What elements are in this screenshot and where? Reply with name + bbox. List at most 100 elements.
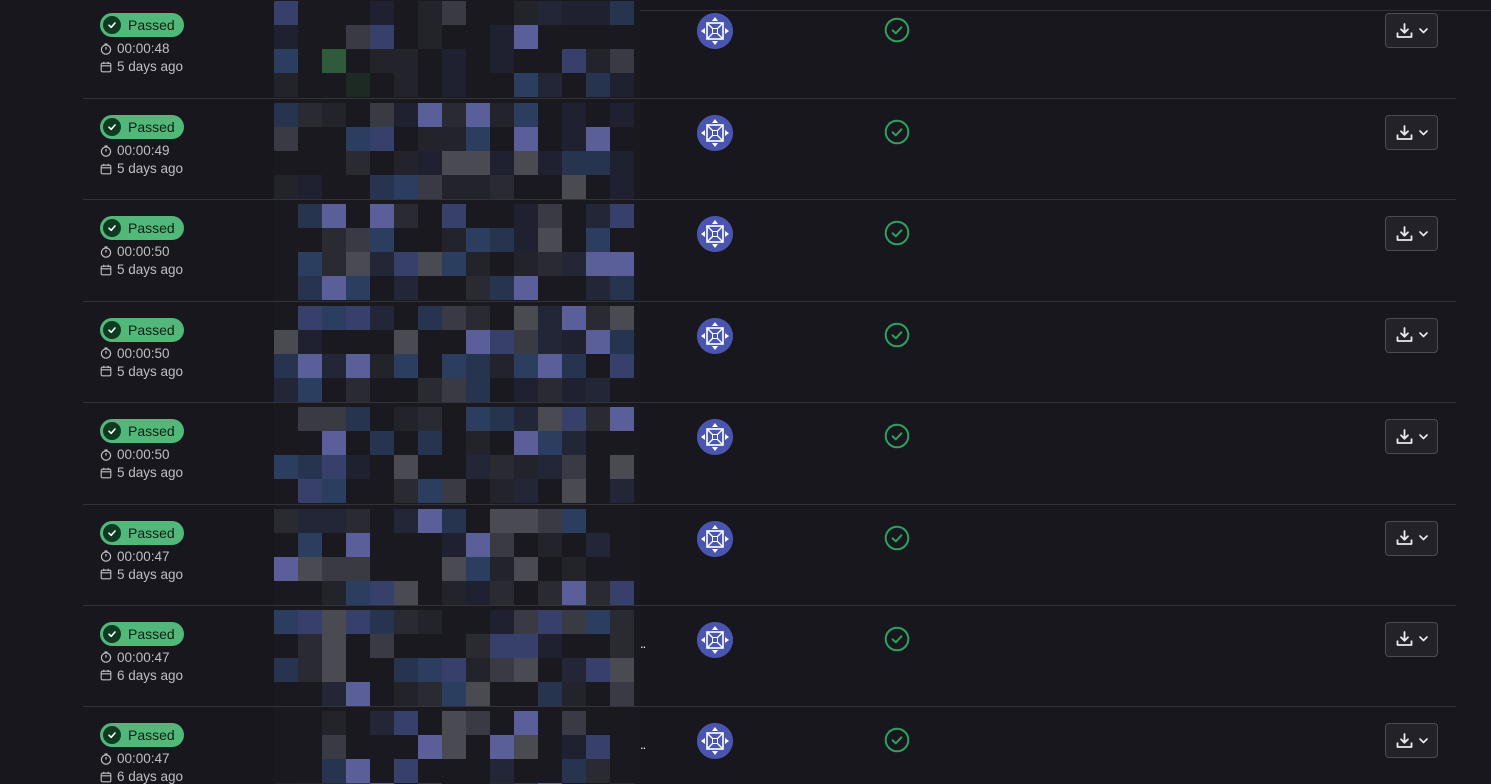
check-circle-outline-icon[interactable]: [884, 525, 910, 551]
pixel-tile: [370, 711, 394, 736]
pixel-tile: [514, 735, 538, 760]
check-circle-outline-icon[interactable]: [884, 17, 910, 43]
pixel-tile: [442, 735, 466, 760]
truncation-ellipsis: ..: [640, 737, 646, 753]
pixel-tile: [322, 276, 346, 301]
chevron-down-icon: [1418, 738, 1428, 744]
pixel-tile: [322, 353, 346, 378]
finished-value: 5 days ago: [117, 566, 184, 582]
check-circle-outline-icon[interactable]: [884, 423, 910, 449]
pixel-tile: [370, 580, 394, 605]
pixel-tile: [562, 735, 586, 760]
download-icon: [1396, 631, 1412, 647]
status-badge[interactable]: Passed: [100, 13, 184, 37]
pixel-tile: [346, 252, 370, 277]
pixel-tile: [466, 532, 490, 557]
pixel-tile: [298, 556, 322, 581]
pixel-tile: [538, 329, 562, 354]
download-icon: [1396, 124, 1412, 140]
check-circle-outline-icon[interactable]: [884, 220, 910, 246]
pixel-tile: [538, 73, 562, 97]
download-artifacts-button[interactable]: [1385, 216, 1438, 252]
pixel-tile: [466, 127, 490, 151]
avatar[interactable]: [697, 520, 733, 557]
pixel-tile: [298, 377, 322, 402]
pixel-tile: [610, 455, 634, 480]
pixel-tile: [394, 49, 418, 73]
status-badge[interactable]: Passed: [100, 419, 184, 444]
avatar[interactable]: [697, 115, 733, 151]
pixel-tile: [322, 759, 346, 784]
pixel-tile: [346, 580, 370, 605]
pixel-tile: [370, 25, 394, 49]
avatar[interactable]: [697, 13, 733, 49]
download-artifacts-button[interactable]: [1385, 13, 1438, 48]
pixel-tile: [490, 329, 514, 354]
duration: 00:00:49: [100, 143, 184, 158]
timer-icon: [100, 449, 112, 461]
calendar-icon: [100, 264, 112, 276]
pixel-tile: [562, 431, 586, 456]
pixel-tile: [586, 73, 610, 97]
avatar[interactable]: [697, 621, 733, 658]
pixel-tile: [538, 633, 562, 658]
pixel-tile: [418, 609, 442, 634]
pixel-tile: [562, 49, 586, 73]
check-circle-outline-icon[interactable]: [884, 727, 910, 753]
pixel-tile: [418, 508, 442, 533]
avatar[interactable]: [697, 723, 733, 760]
pixel-tile: [490, 580, 514, 605]
check-circle-outline-icon[interactable]: [884, 626, 910, 652]
finished-at: 6 days ago: [100, 668, 184, 683]
duration-value: 00:00:47: [117, 548, 170, 564]
pixel-tile: [490, 228, 514, 253]
pixel-tile: [346, 455, 370, 480]
status-badge[interactable]: Passed: [100, 723, 184, 748]
download-artifacts-button[interactable]: [1385, 317, 1438, 353]
pixel-tile: [370, 228, 394, 253]
pixel-tile: [346, 353, 370, 378]
pixel-tile: [466, 175, 490, 199]
pixel-tile: [322, 204, 346, 229]
status-label: Passed: [128, 423, 175, 440]
download-artifacts-button[interactable]: [1385, 419, 1438, 455]
pixel-tile: [298, 609, 322, 634]
download-artifacts-button[interactable]: [1385, 723, 1438, 759]
download-artifacts-button[interactable]: [1385, 115, 1438, 150]
timer-icon: [100, 753, 112, 765]
pixel-tile: [394, 657, 418, 682]
check-circle-outline-icon[interactable]: [884, 119, 910, 145]
pixel-tile: [346, 508, 370, 533]
pixel-tile: [490, 49, 514, 73]
status-badge[interactable]: Passed: [100, 520, 184, 545]
pixel-tile: [274, 25, 298, 49]
pixel-tile: [610, 151, 634, 175]
check-circle-outline-icon[interactable]: [884, 322, 910, 348]
pixel-tile: [562, 127, 586, 151]
finished-at: 5 days ago: [100, 59, 184, 74]
calendar-icon: [100, 366, 112, 377]
avatar[interactable]: [697, 317, 733, 354]
finished-value: 5 days ago: [117, 363, 184, 379]
pixel-tile: [346, 759, 370, 784]
pixel-tile: [322, 228, 346, 253]
pixel-tile: [418, 25, 442, 49]
pixel-tile: [298, 276, 322, 301]
check-circle-icon: [103, 320, 121, 339]
pixel-tile: [274, 49, 298, 73]
download-artifacts-button[interactable]: [1385, 520, 1438, 556]
avatar[interactable]: [697, 419, 733, 456]
avatar[interactable]: [697, 216, 733, 253]
download-icon: [1396, 22, 1412, 38]
pixel-tile: [298, 407, 322, 432]
download-artifacts-button[interactable]: [1385, 621, 1438, 657]
download-icon: [1396, 327, 1412, 343]
pixel-tile: [514, 204, 538, 229]
status-badge[interactable]: Passed: [100, 115, 184, 139]
pixel-tile: [514, 407, 538, 432]
pixel-tile: [442, 657, 466, 682]
status-badge[interactable]: Passed: [100, 621, 184, 646]
chevron-down-icon: [1418, 535, 1428, 541]
status-badge[interactable]: Passed: [100, 317, 184, 342]
status-badge[interactable]: Passed: [100, 216, 184, 241]
